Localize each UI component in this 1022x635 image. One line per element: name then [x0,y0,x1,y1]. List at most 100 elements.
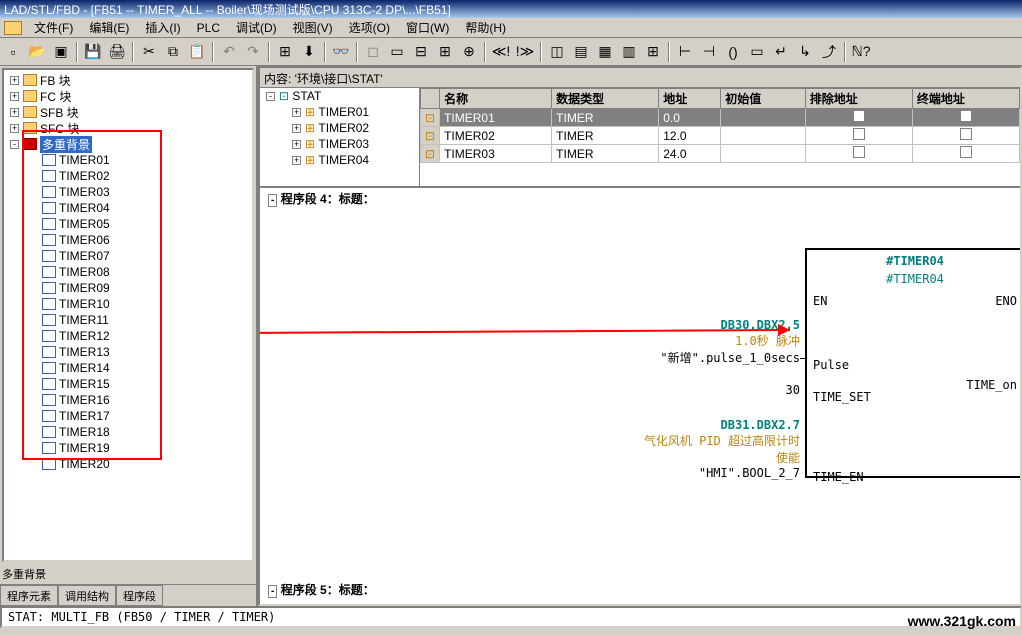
checkbox[interactable] [960,146,972,158]
tab-elements[interactable]: 程序元素 [0,585,58,606]
expand-icon[interactable]: + [292,156,301,165]
view3-icon[interactable]: ▦ [594,41,616,63]
menu-window[interactable]: 窗口(W) [398,17,457,38]
expand-icon[interactable]: + [10,76,19,85]
timer-item[interactable]: TIMER20 [38,456,250,472]
expand-icon[interactable]: + [292,108,301,117]
tree-multi[interactable]: -多重背景 [6,136,250,152]
expand-icon[interactable]: + [292,140,301,149]
timer-item[interactable]: TIMER12 [38,328,250,344]
view4-icon[interactable]: ▥ [618,41,640,63]
collapse-icon[interactable]: - [268,194,277,207]
expand-icon[interactable]: + [292,124,301,133]
segment-4-header[interactable]: - 程序段 4：标题： [260,188,1020,209]
checkbox[interactable] [960,128,972,140]
timer-item[interactable]: TIMER16 [38,392,250,408]
conn-icon[interactable]: ↵ [770,41,792,63]
print-icon[interactable]: 🖨 [106,41,128,63]
menu-help[interactable]: 帮助(H) [457,17,514,38]
open-icon[interactable]: 📂 [26,41,48,63]
tab-call-structure[interactable]: 调用结构 [58,585,116,606]
coil-icon[interactable]: () [722,41,744,63]
menu-file[interactable]: 文件(F) [26,17,81,38]
tree-icon[interactable]: ⊞ [434,41,456,63]
timer-item[interactable]: TIMER09 [38,280,250,296]
menu-plc[interactable]: PLC [189,19,228,37]
lang-icon[interactable]: ≪! [490,41,512,63]
col-init[interactable]: 初始值 [721,89,806,109]
paste-icon[interactable]: 📋 [186,41,208,63]
expand-icon[interactable]: + [10,108,19,117]
redo-icon[interactable]: ↷ [242,41,264,63]
tree-fb[interactable]: +FB 块 [6,72,250,88]
timer-item[interactable]: TIMER02 [38,168,250,184]
network-icon[interactable]: ⊞ [274,41,296,63]
collapse-icon[interactable]: - [10,140,19,149]
new-icon[interactable]: ▫ [2,41,24,63]
port-pulse[interactable]: Pulse [813,358,849,372]
timer-item[interactable]: TIMER10 [38,296,250,312]
col-addr[interactable]: 地址 [659,89,721,109]
port-time-set[interactable]: TIME_SET [813,390,871,404]
table-row[interactable]: ⊡TIMER03TIMER24.0 [421,145,1020,163]
fbd-block-timer04[interactable]: #TIMER04 #TIMER04 EN ENO Pulse TIME_SET … [805,248,1020,478]
view5-icon[interactable]: ⊞ [642,41,664,63]
menu-debug[interactable]: 调试(D) [228,17,285,38]
tree-sfb[interactable]: +SFB 块 [6,104,250,120]
col-excl[interactable]: 排除地址 [805,89,912,109]
menu-insert[interactable]: 插入(I) [137,17,188,38]
app-icon[interactable]: ▣ [50,41,72,63]
timer-item[interactable]: TIMER07 [38,248,250,264]
box-icon[interactable]: ▭ [746,41,768,63]
timer-item[interactable]: TIMER17 [38,408,250,424]
branch-open-icon[interactable]: ⊢ [674,41,696,63]
checkbox[interactable] [853,128,865,140]
stop-icon[interactable]: ◻ [362,41,384,63]
timer-item[interactable]: TIMER08 [38,264,250,280]
timer-item[interactable]: TIMER11 [38,312,250,328]
undo-icon[interactable]: ↶ [218,41,240,63]
help-icon[interactable]: ℕ? [850,41,872,63]
timer-item[interactable]: TIMER15 [38,376,250,392]
col-type[interactable]: 数据类型 [552,89,659,109]
stat-item[interactable]: +⊞ TIMER02 [288,120,419,136]
stat-item[interactable]: +⊞ TIMER03 [288,136,419,152]
tab-segments[interactable]: 程序段 [116,585,163,606]
cut-icon[interactable]: ✂ [138,41,160,63]
timer-item[interactable]: TIMER04 [38,200,250,216]
download-icon[interactable]: ⬇ [298,41,320,63]
timer-item[interactable]: TIMER14 [38,360,250,376]
timer-item[interactable]: TIMER06 [38,232,250,248]
timer-item[interactable]: TIMER19 [38,440,250,456]
stat-root[interactable]: -⊡ STAT [260,88,419,104]
copy-icon[interactable]: ⧉ [162,41,184,63]
stat-tree[interactable]: -⊡ STAT +⊞ TIMER01+⊞ TIMER02+⊞ TIMER03+⊞… [260,88,420,186]
stat-item[interactable]: +⊞ TIMER01 [288,104,419,120]
element2-icon[interactable]: ⊟ [410,41,432,63]
collapse-icon[interactable]: - [268,585,277,598]
checkbox[interactable] [853,146,865,158]
col-term[interactable]: 终端地址 [912,89,1019,109]
branch-close-icon[interactable]: ⊣ [698,41,720,63]
program-tree[interactable]: +FB 块 +FC 块 +SFB 块 +SFC 块 -多重背景 TIMER01T… [2,68,254,562]
lang2-icon[interactable]: !≫ [514,41,536,63]
cross-icon[interactable]: ⊕ [458,41,480,63]
expand-icon[interactable]: + [10,92,19,101]
timer-item[interactable]: TIMER18 [38,424,250,440]
table-row[interactable]: ⊡TIMER01TIMER0.0 [421,109,1020,127]
stat-item[interactable]: +⊞ TIMER04 [288,152,419,168]
checkbox[interactable] [960,110,972,122]
port-time-en[interactable]: TIME_EN [813,470,864,484]
menu-view[interactable]: 视图(V) [285,17,341,38]
col-name[interactable]: 名称 [440,89,552,109]
conn3-icon[interactable]: ⤴ [818,41,840,63]
table-row[interactable]: ⊡TIMER02TIMER12.0 [421,127,1020,145]
tree-fc[interactable]: +FC 块 [6,88,250,104]
checkbox[interactable] [853,110,865,122]
menu-edit[interactable]: 编辑(E) [81,17,137,38]
code-area[interactable]: - 程序段 4：标题： #TIMER04 #TIMER04 EN ENO Pul… [260,188,1020,604]
conn2-icon[interactable]: ↳ [794,41,816,63]
port-en[interactable]: EN [813,294,827,308]
port-time-on[interactable]: TIME_on [966,378,1017,392]
tree-sfc[interactable]: +SFC 块 [6,120,250,136]
